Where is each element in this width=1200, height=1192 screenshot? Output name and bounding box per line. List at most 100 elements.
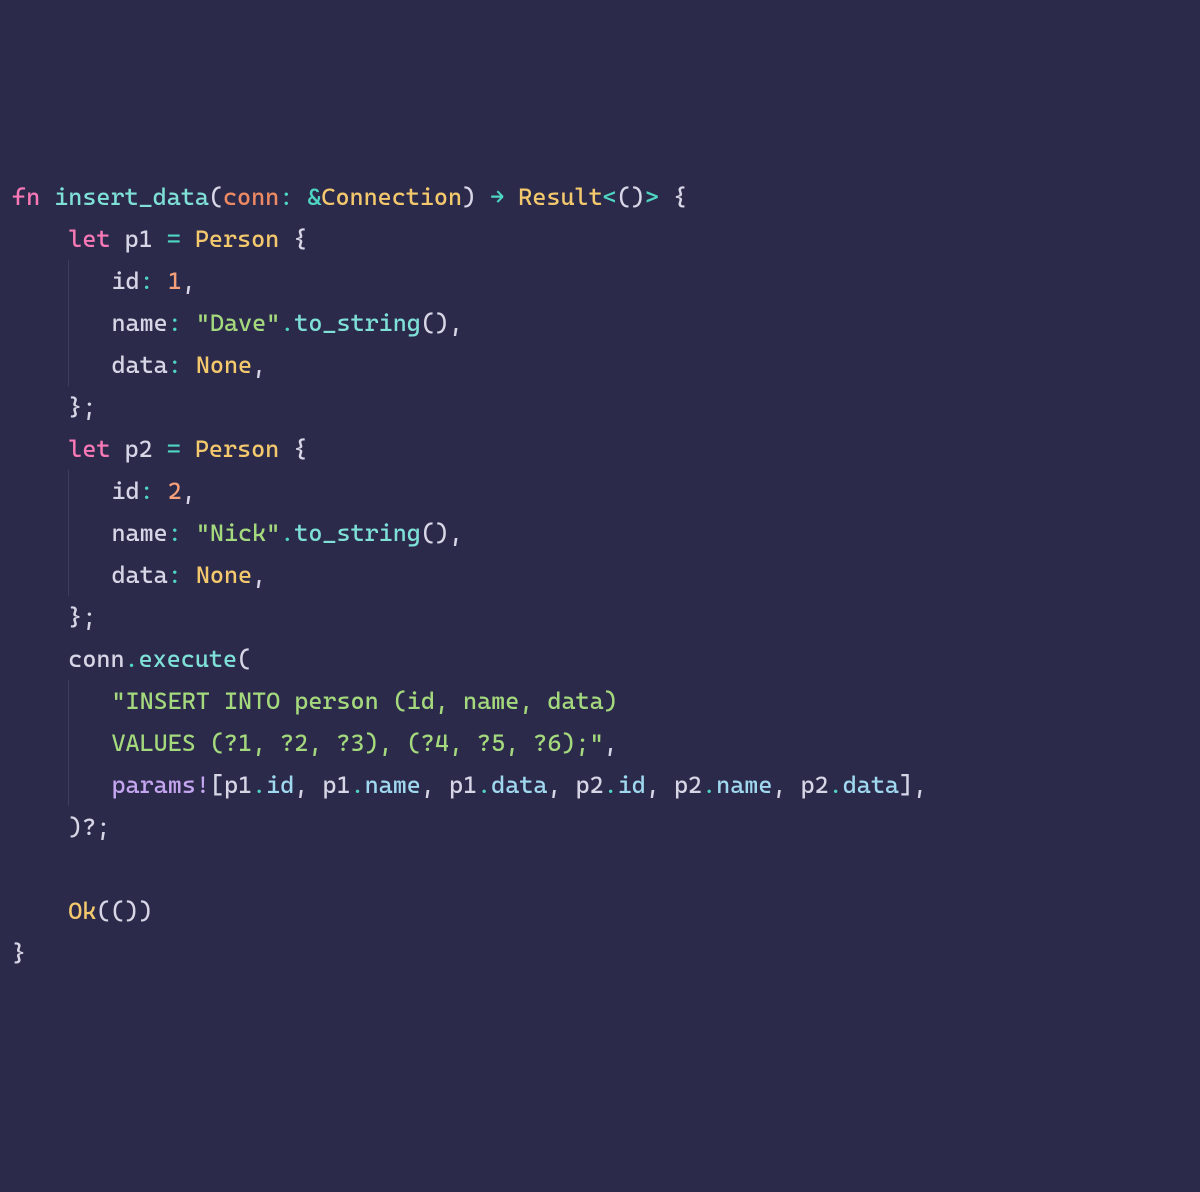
comma: , <box>252 351 266 379</box>
field-name: name <box>111 309 167 337</box>
close-bracket: ], <box>899 771 927 799</box>
string-literal: "Dave" <box>196 309 280 337</box>
method-execute: execute <box>139 645 237 673</box>
colon: : <box>168 519 196 547</box>
code-line: )?; <box>12 806 1188 848</box>
type-result: Result <box>518 183 602 211</box>
method-to-string: to_string <box>294 309 421 337</box>
arrow: → <box>476 183 518 211</box>
dot: . <box>604 771 618 799</box>
comma: , <box>182 477 196 505</box>
none-literal: None <box>196 561 252 589</box>
colon: : <box>279 183 307 211</box>
close-paren: ) <box>462 183 476 211</box>
code-line <box>12 848 1188 890</box>
code-line: }; <box>12 596 1188 638</box>
comma: , <box>646 771 674 799</box>
colon: : <box>168 309 196 337</box>
call-comma: (), <box>421 309 463 337</box>
code-line: conn.execute( <box>12 638 1188 680</box>
comma: , <box>294 771 322 799</box>
open-paren: ( <box>209 183 223 211</box>
code-line: params![p1.id, p1.name, p1.data, p2.id, … <box>12 764 1188 806</box>
param-name: conn <box>223 183 279 211</box>
equals: = <box>167 435 195 463</box>
code-line: "INSERT INTO person (id, name, data) <box>12 680 1188 722</box>
function-name: insert_data <box>54 183 209 211</box>
dot: . <box>125 645 139 673</box>
colon: : <box>140 267 168 295</box>
comma: , <box>604 729 618 757</box>
code-line: Ok(()) <box>12 890 1188 932</box>
code-line: id: 1, <box>12 260 1188 302</box>
comma: , <box>772 771 800 799</box>
code-line: }; <box>12 386 1188 428</box>
dot: . <box>280 309 294 337</box>
code-editor[interactable]: fn insert_data(conn: &Connection) → Resu… <box>12 176 1188 974</box>
macro-params: params! <box>111 771 209 799</box>
sql-string: "INSERT INTO person (id, name, data) <box>111 687 617 715</box>
gt: > <box>645 183 659 211</box>
prop-name: name <box>716 771 772 799</box>
number-literal: 2 <box>168 477 182 505</box>
code-line: data: None, <box>12 554 1188 596</box>
dot: . <box>829 771 843 799</box>
close-struct: }; <box>68 393 96 421</box>
lt: < <box>603 183 617 211</box>
field-id: id <box>111 477 139 505</box>
code-line: VALUES (?1, ?2, ?3), (?4, ?5, ?6);", <box>12 722 1188 764</box>
call-comma: (), <box>421 519 463 547</box>
comma: , <box>252 561 266 589</box>
number-literal: 1 <box>168 267 182 295</box>
var-p2: p2 <box>576 771 604 799</box>
string-literal: "Nick" <box>196 519 280 547</box>
prop-id: id <box>266 771 294 799</box>
method-to-string: to_string <box>294 519 421 547</box>
open-brace: { <box>659 183 687 211</box>
colon: : <box>168 561 196 589</box>
var-p2: p2 <box>801 771 829 799</box>
open-brace: { <box>279 435 307 463</box>
field-data: data <box>111 351 167 379</box>
prop-data: data <box>491 771 547 799</box>
dot: . <box>702 771 716 799</box>
code-line: fn insert_data(conn: &Connection) → Resu… <box>12 176 1188 218</box>
field-name: name <box>111 519 167 547</box>
code-line: let p1 = Person { <box>12 218 1188 260</box>
var-p1: p1 <box>110 225 166 253</box>
code-line: id: 2, <box>12 470 1188 512</box>
open-paren: ( <box>237 645 251 673</box>
comma: , <box>421 771 449 799</box>
code-line: name: "Dave".to_string(), <box>12 302 1188 344</box>
prop-id: id <box>618 771 646 799</box>
ampersand: & <box>307 183 321 211</box>
type-connection: Connection <box>321 183 462 211</box>
keyword-fn: fn <box>12 183 40 211</box>
type-person: Person <box>195 435 279 463</box>
dot: . <box>477 771 491 799</box>
field-data: data <box>111 561 167 589</box>
close-struct: }; <box>68 603 96 631</box>
dot: . <box>280 519 294 547</box>
var-p2: p2 <box>110 435 166 463</box>
type-person: Person <box>195 225 279 253</box>
unit-type: () <box>617 183 645 211</box>
keyword-let: let <box>68 435 110 463</box>
var-p1: p1 <box>322 771 350 799</box>
code-line: let p2 = Person { <box>12 428 1188 470</box>
prop-data: data <box>843 771 899 799</box>
var-conn: conn <box>68 645 124 673</box>
open-bracket: [ <box>210 771 224 799</box>
field-id: id <box>111 267 139 295</box>
close-call: )?; <box>68 813 110 841</box>
close-brace: } <box>12 939 26 967</box>
ok-variant: Ok <box>68 897 96 925</box>
comma: , <box>182 267 196 295</box>
colon: : <box>140 477 168 505</box>
open-brace: { <box>279 225 307 253</box>
keyword-let: let <box>68 225 110 253</box>
sql-string: VALUES (?1, ?2, ?3), (?4, ?5, ?6);" <box>111 729 603 757</box>
ok-call: (()) <box>96 897 152 925</box>
dot: . <box>351 771 365 799</box>
comma: , <box>547 771 575 799</box>
